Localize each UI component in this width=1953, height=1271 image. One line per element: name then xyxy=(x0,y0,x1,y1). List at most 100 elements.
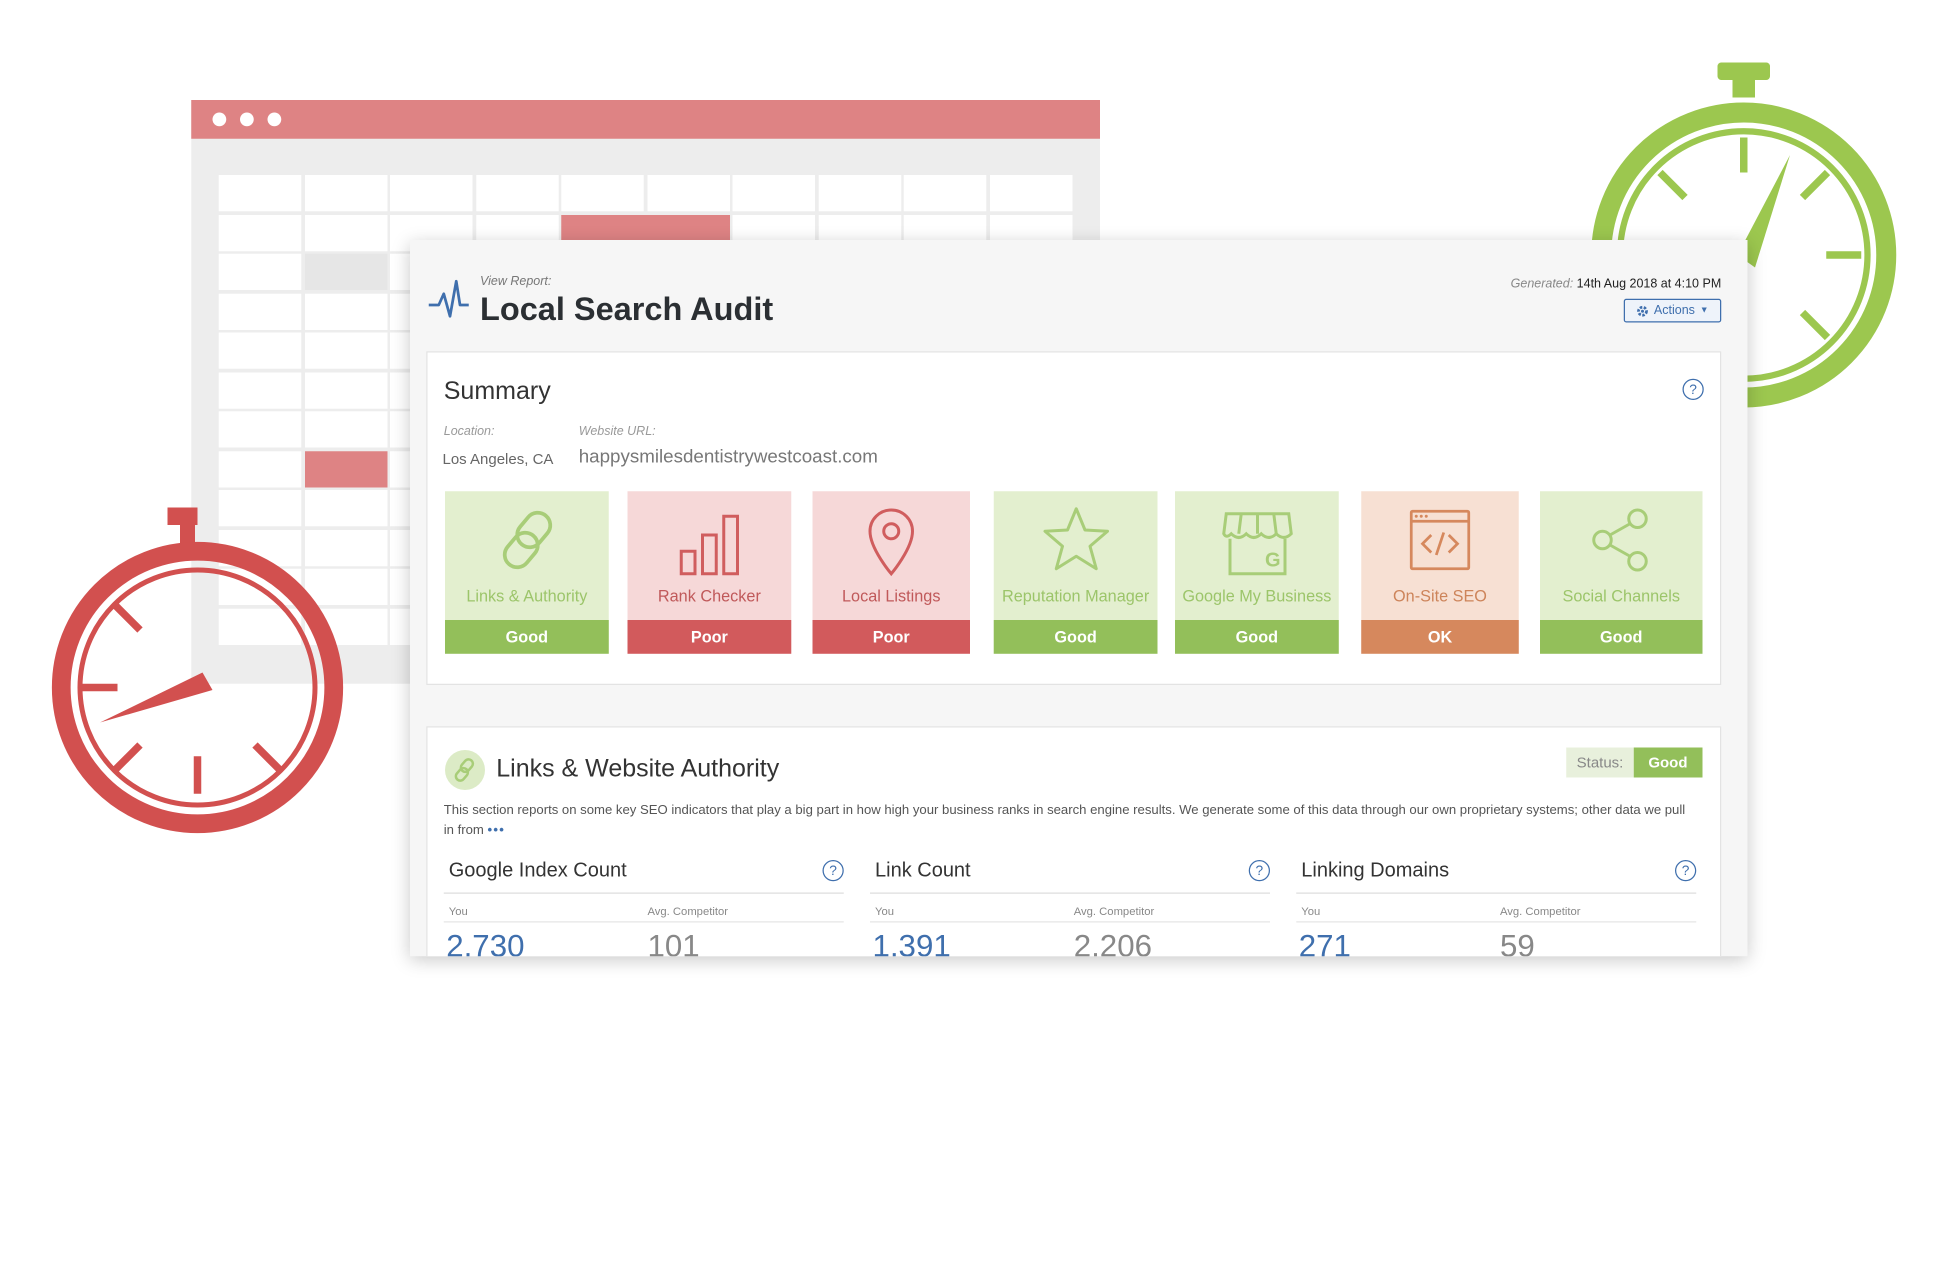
competitor-label: Avg. Competitor xyxy=(1500,905,1581,918)
tile-local-listings[interactable]: Local Listings Poor xyxy=(812,491,970,654)
tile-on-site-seo[interactable]: On-Site SEO OK xyxy=(1361,491,1519,654)
generated-label: Generated: xyxy=(1510,277,1574,292)
you-value: 271 xyxy=(1298,928,1351,957)
calendar-cell xyxy=(218,332,302,369)
competitor-label: Avg. Competitor xyxy=(647,905,728,918)
status-badge: Status: Good xyxy=(1566,747,1703,778)
tile-label: Local Listings xyxy=(842,586,941,605)
calendar-cell xyxy=(304,253,387,290)
calendar-cell xyxy=(304,411,387,448)
divider xyxy=(443,892,844,894)
metric-title: Link Count xyxy=(875,860,971,882)
calendar-cell xyxy=(218,214,302,251)
calendar-cell xyxy=(646,175,730,212)
tile-label: Rank Checker xyxy=(657,586,761,605)
calendar-cell xyxy=(304,332,387,369)
pulse-icon xyxy=(428,279,469,318)
link-icon xyxy=(445,750,485,790)
tile-google-my-business[interactable]: G Google My Business Good xyxy=(1175,491,1339,654)
actions-label: Actions xyxy=(1653,303,1695,318)
generated-timestamp: Generated: 14th Aug 2018 at 4:10 PM xyxy=(1511,278,1722,292)
calendar-cell xyxy=(818,175,901,212)
calendar-cell xyxy=(989,175,1072,212)
tile-label: Reputation Manager xyxy=(1001,586,1150,605)
help-icon[interactable]: ? xyxy=(1675,860,1697,882)
description-text: This section reports on some key SEO ind… xyxy=(443,802,1686,838)
competitor-label: Avg. Competitor xyxy=(1073,905,1155,918)
star-icon xyxy=(1042,507,1109,571)
summary-card: Summary ? Location: Los Angeles, CA Webs… xyxy=(426,351,1722,685)
actions-button[interactable]: Actions ▼ xyxy=(1623,298,1722,323)
status-value: Good xyxy=(1633,747,1703,778)
tile-status: Good xyxy=(1175,620,1339,654)
website-url-label: Website URL: xyxy=(578,425,656,439)
bar-chart-icon xyxy=(679,514,739,576)
calendar-cell xyxy=(304,371,387,409)
you-value: 1,391 xyxy=(872,928,951,957)
divider xyxy=(1296,892,1697,894)
map-pin-icon xyxy=(868,508,915,577)
calendar-cell xyxy=(218,253,302,290)
window-dot-icon xyxy=(212,112,227,127)
tile-status: Poor xyxy=(627,620,792,654)
you-label: You xyxy=(1301,905,1321,918)
you-label: You xyxy=(875,905,894,918)
calendar-cell xyxy=(304,175,387,212)
tile-label: Google My Business xyxy=(1182,586,1332,605)
location-label: Location: xyxy=(443,425,495,439)
storefront-icon: G xyxy=(1221,512,1293,576)
status-label: Status: xyxy=(1566,747,1634,778)
help-icon[interactable]: ? xyxy=(822,860,844,882)
divider xyxy=(1296,921,1697,923)
divider xyxy=(443,921,844,923)
tile-rank-checker[interactable]: Rank Checker Poor xyxy=(627,491,792,654)
calendar-cell xyxy=(218,450,302,487)
calendar-cell xyxy=(218,175,302,212)
more-button[interactable]: ••• xyxy=(488,823,506,838)
metric-title: Google Index Count xyxy=(448,860,627,882)
window-dot-icon xyxy=(267,112,282,127)
tile-status: Good xyxy=(445,620,609,654)
website-url-value: happysmilesdentistrywestcoast.com xyxy=(578,446,878,468)
tile-status: Poor xyxy=(812,620,970,654)
svg-text:G: G xyxy=(1264,549,1280,571)
tile-status: Good xyxy=(993,620,1158,654)
tile-reputation-manager[interactable]: Reputation Manager Good xyxy=(993,491,1158,654)
tile-social-channels[interactable]: Social Channels Good xyxy=(1540,491,1703,654)
calendar-cell xyxy=(732,175,815,212)
calendar-cell xyxy=(218,293,302,330)
you-label: You xyxy=(448,905,468,918)
tile-links-authority[interactable]: Links & Authority Good xyxy=(445,491,609,654)
calendar-cell xyxy=(304,293,387,330)
report-panel: View Report: Local Search Audit Generate… xyxy=(410,240,1748,957)
section-description: This section reports on some key SEO ind… xyxy=(444,800,1694,840)
stopwatch-red-icon xyxy=(51,507,344,834)
tile-label: Links & Authority xyxy=(466,586,588,605)
competitor-value: 59 xyxy=(1500,928,1535,957)
divider xyxy=(870,892,1270,894)
calendar-cell xyxy=(218,411,302,448)
competitor-value: 2,206 xyxy=(1073,928,1152,957)
window-dot-icon xyxy=(240,112,254,127)
section-title: Links & Website Authority xyxy=(496,755,780,783)
you-value: 2,730 xyxy=(446,928,525,957)
marketing-illustration: View Report: Local Search Audit Generate… xyxy=(0,0,1953,1271)
help-icon[interactable]: ? xyxy=(1248,860,1270,882)
calendar-cell xyxy=(304,214,387,251)
calendar-cell xyxy=(475,175,559,212)
gear-icon xyxy=(1637,305,1649,317)
calendar-titlebar xyxy=(191,100,1100,139)
tile-label: Social Channels xyxy=(1562,586,1680,605)
link-icon xyxy=(502,510,552,570)
calendar-cell xyxy=(218,371,302,409)
links-authority-section: Links & Website Authority Status: Good T… xyxy=(426,726,1722,957)
tile-label: On-Site SEO xyxy=(1393,586,1487,605)
metric-title: Linking Domains xyxy=(1301,860,1450,882)
calendar-cell xyxy=(390,175,473,212)
tile-status: Good xyxy=(1540,620,1703,654)
help-icon[interactable]: ? xyxy=(1682,378,1704,400)
calendar-cell xyxy=(561,175,644,212)
location-value: Los Angeles, CA xyxy=(442,450,554,468)
divider xyxy=(870,921,1270,923)
share-icon xyxy=(1592,508,1648,572)
